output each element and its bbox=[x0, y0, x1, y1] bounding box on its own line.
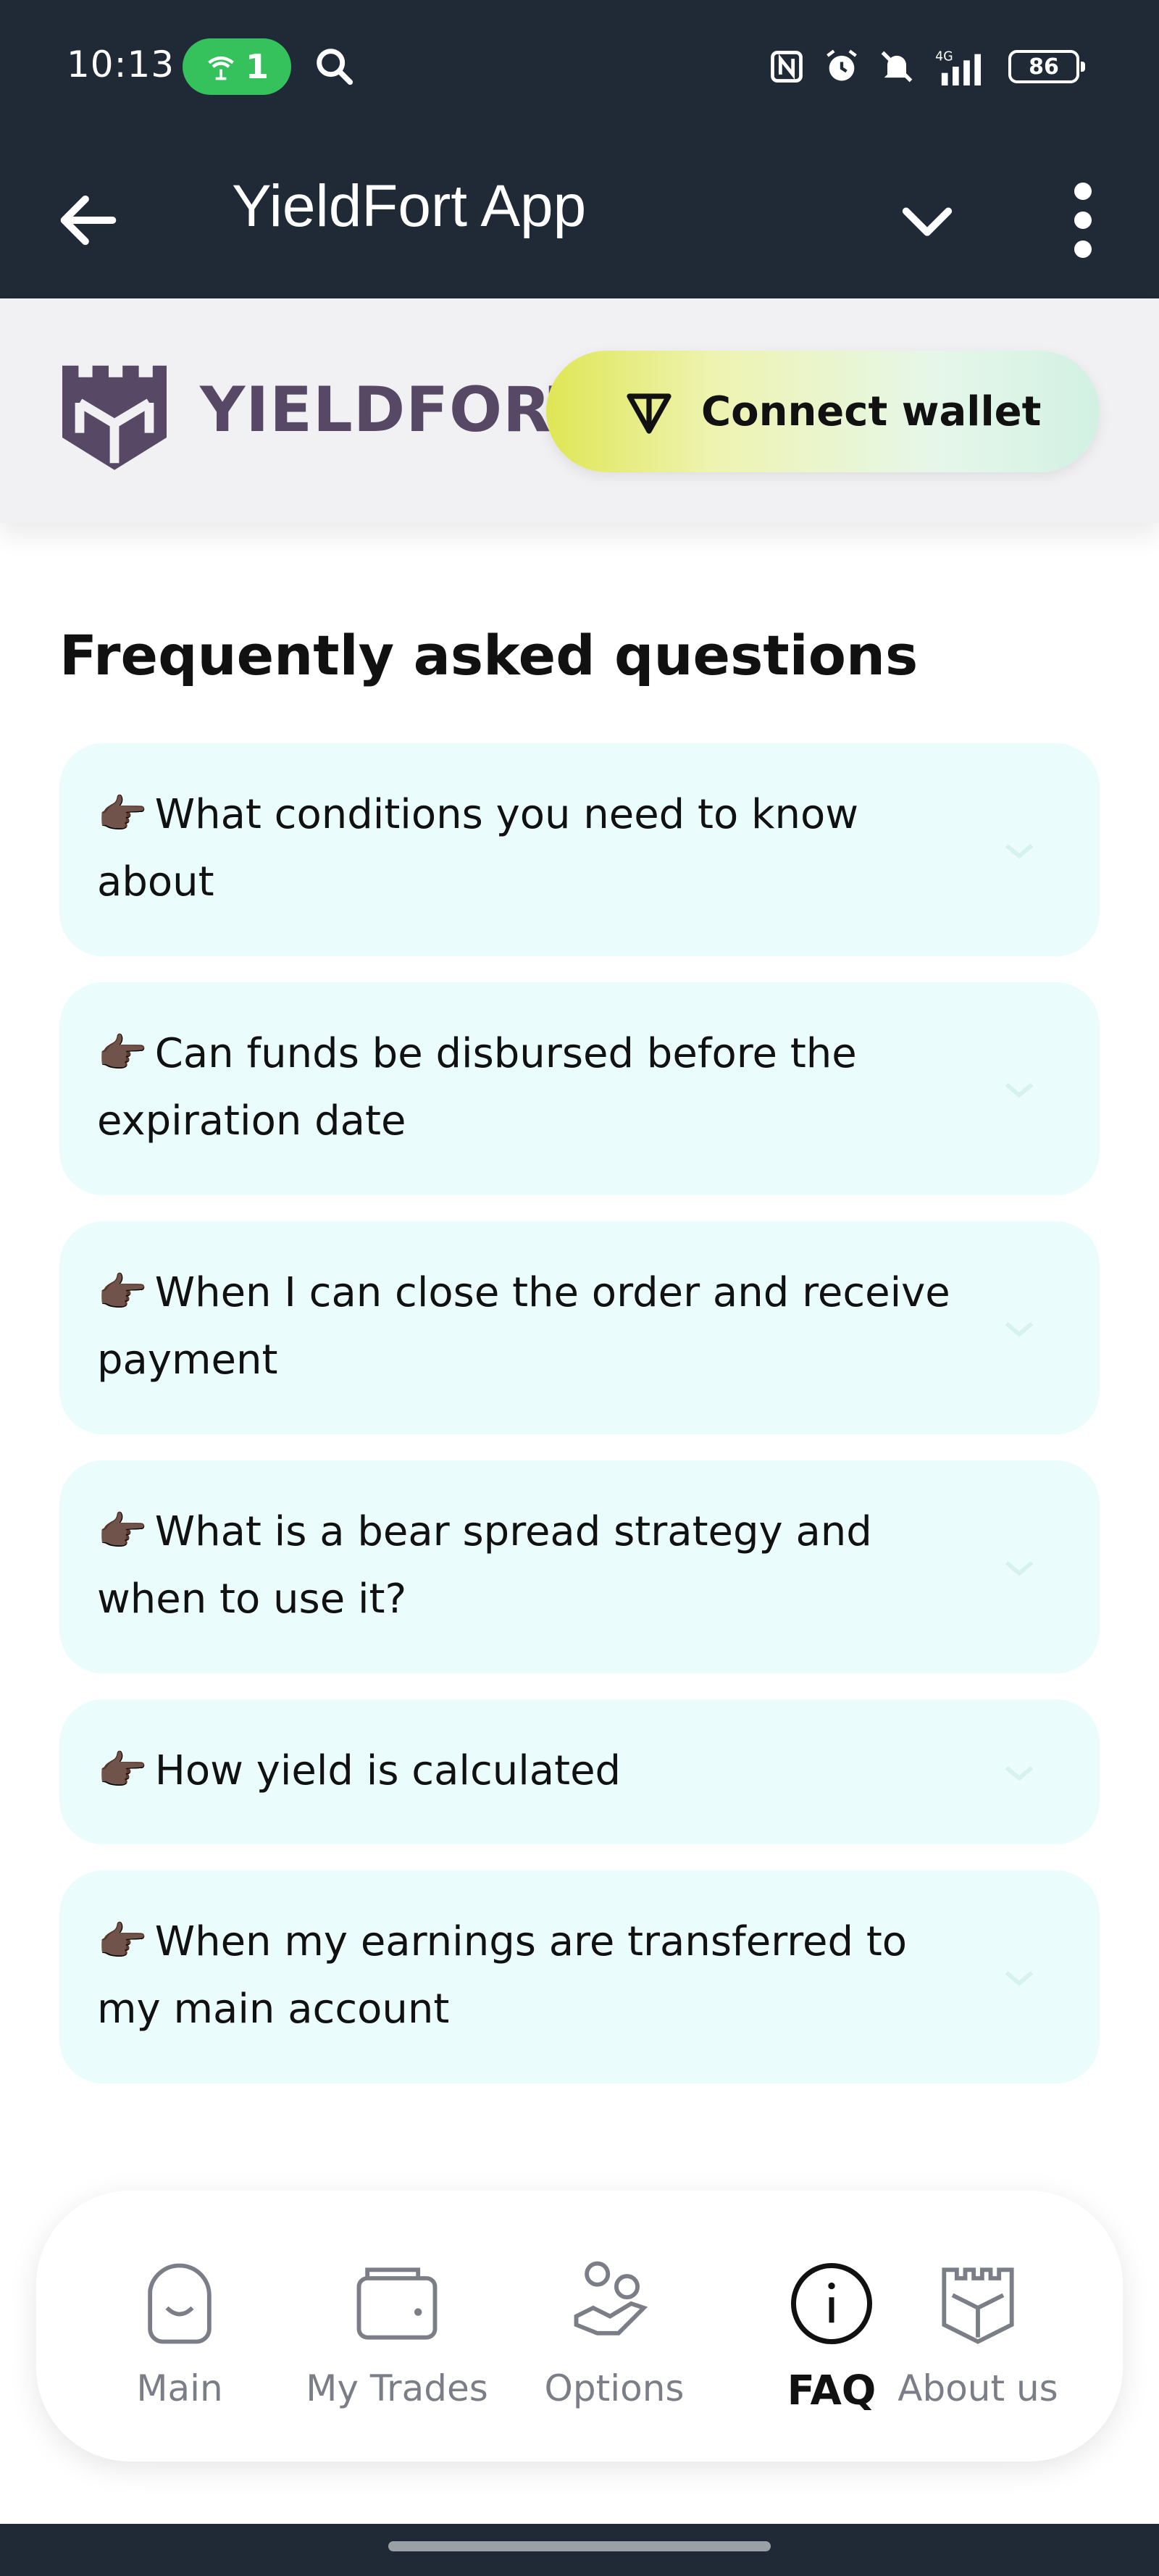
status-bar: 10:13 1 4G 86 bbox=[0, 0, 1159, 133]
pointing-hand-icon: 👉🏿 bbox=[97, 1508, 148, 1555]
smile-bubble-icon bbox=[148, 2263, 212, 2344]
pointing-hand-icon: 👉🏿 bbox=[97, 791, 148, 838]
fortress-icon bbox=[942, 2267, 1014, 2344]
alarm-icon bbox=[827, 49, 857, 81]
faq-list: 👉🏿 What conditions you need to know about… bbox=[59, 743, 1100, 2109]
chevron-down-icon bbox=[1005, 1321, 1034, 1337]
wallet-icon bbox=[356, 2267, 438, 2340]
info-circle-icon bbox=[791, 2263, 872, 2344]
faq-item[interactable]: 👉🏿 What is a bear spread strategy and whe… bbox=[59, 1460, 1100, 1673]
nav-item-my-trades[interactable]: My Trades bbox=[296, 2253, 498, 2441]
nav-item-main[interactable]: Main bbox=[78, 2253, 281, 2441]
faq-question: What is a bear spread strategy and when … bbox=[97, 1508, 872, 1623]
connect-wallet-button[interactable]: Connect wallet bbox=[546, 351, 1100, 472]
system-navigation-bar bbox=[0, 2524, 1159, 2576]
faq-question: When my earnings are transferred to my m… bbox=[97, 1918, 908, 2033]
svg-text:4G: 4G bbox=[935, 49, 953, 64]
chevron-down-icon bbox=[1005, 1560, 1034, 1576]
pointing-hand-icon: 👉🏿 bbox=[97, 1747, 148, 1794]
faq-question: How yield is calculated bbox=[154, 1747, 622, 1794]
faq-question: What conditions you need to know about bbox=[97, 791, 859, 906]
back-arrow-icon[interactable] bbox=[52, 184, 125, 256]
ton-icon bbox=[627, 393, 671, 434]
hotspot-count: 1 bbox=[245, 47, 269, 86]
faq-item[interactable]: 👉🏿 When I can close the order and receive… bbox=[59, 1221, 1100, 1434]
faq-item[interactable]: 👉🏿 What conditions you need to know about bbox=[59, 743, 1100, 956]
chevron-down-icon bbox=[1005, 1765, 1034, 1781]
hotspot-icon bbox=[208, 56, 234, 80]
brand-name: YIELDFORT bbox=[200, 374, 593, 446]
chevron-down-icon bbox=[1005, 843, 1034, 859]
pointing-hand-icon: 👉🏿 bbox=[97, 1918, 148, 1965]
pointing-hand-icon: 👉🏿 bbox=[97, 1269, 148, 1316]
home-gesture-handle[interactable] bbox=[388, 2541, 771, 2551]
bottom-navigation: Main My Trades Options FAQ About us bbox=[36, 2191, 1123, 2462]
faq-item[interactable]: 👉🏿 How yield is calculated bbox=[59, 1699, 1100, 1844]
status-time: 10:13 bbox=[67, 43, 175, 85]
chevron-down-icon bbox=[1005, 1082, 1034, 1098]
muted-bell-icon bbox=[881, 51, 913, 83]
chevron-down-icon[interactable] bbox=[891, 184, 963, 256]
nav-label: My Trades bbox=[306, 2367, 488, 2409]
faq-question: When I can close the order and receive p… bbox=[97, 1269, 950, 1384]
faq-question: Can funds be disbursed before the expira… bbox=[97, 1030, 857, 1145]
nav-label: About us bbox=[898, 2367, 1058, 2409]
faq-item[interactable]: 👉🏿 When my earnings are transferred to my… bbox=[59, 1870, 1100, 2083]
yieldfort-logo-icon[interactable] bbox=[57, 356, 172, 472]
status-icons: 4G 86 bbox=[768, 43, 1085, 90]
nav-label: Main bbox=[136, 2367, 223, 2409]
nav-item-options[interactable]: Options bbox=[513, 2253, 716, 2441]
page: 10:13 1 4G 86 YieldFort App YIELDFORT Co… bbox=[0, 0, 1159, 2576]
nav-label: Options bbox=[544, 2367, 685, 2409]
battery-indicator: 86 bbox=[1008, 50, 1085, 83]
more-vertical-icon[interactable] bbox=[1050, 177, 1116, 264]
hand-coins-icon bbox=[574, 2261, 648, 2335]
nav-item-about-us[interactable]: About us bbox=[876, 2253, 1079, 2441]
nfc-icon bbox=[771, 51, 803, 83]
hotspot-indicator: 1 bbox=[183, 38, 291, 95]
faq-title: Frequently asked questions bbox=[59, 623, 919, 687]
connect-wallet-label: Connect wallet bbox=[701, 388, 1042, 435]
signal-icon: 4G bbox=[935, 49, 981, 85]
app-bar: YieldFort App bbox=[0, 133, 1159, 298]
search-icon bbox=[317, 49, 353, 85]
site-header: YIELDFORT Connect wallet bbox=[0, 298, 1159, 523]
battery-level: 86 bbox=[1029, 54, 1059, 80]
app-title: YieldFort App bbox=[232, 173, 587, 239]
pointing-hand-icon: 👉🏿 bbox=[97, 1030, 148, 1077]
faq-item[interactable]: 👉🏿 Can funds be disbursed before the expi… bbox=[59, 982, 1100, 1195]
chevron-down-icon bbox=[1005, 1970, 1034, 1986]
